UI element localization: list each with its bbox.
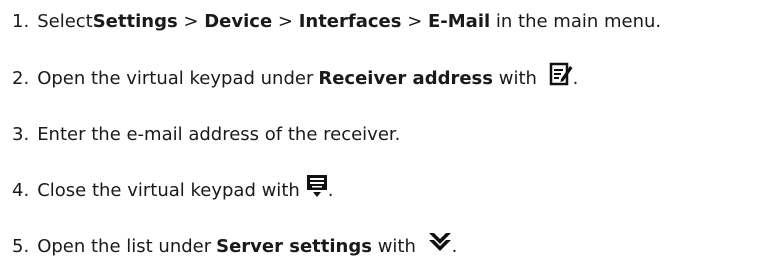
step-3: 3. Enter the e-mail address of the recei… [12,120,400,150]
step-2: 2. Open the virtual keypad under Receive… [12,62,579,96]
step-1: 1. Select Settings > Device > Interfaces… [12,7,661,37]
step-text: Close the virtual keypad with [37,180,300,201]
step-4: 4. Close the virtual keypad with . [12,174,334,208]
edit-icon [549,62,573,96]
step-text: . [572,68,579,89]
separator: > [272,11,299,32]
instruction-steps: 1. Select Settings > Device > Interfaces… [0,0,763,279]
menu-device: Device [204,11,273,32]
separator: > [401,11,428,32]
menu-settings: Settings [92,11,178,32]
menu-interfaces: Interfaces [298,11,402,32]
keypad-close-icon [306,174,328,208]
step-text: with [493,68,543,89]
step-text: with [371,236,422,257]
step-number: 1. [12,11,30,32]
step-text: Select [37,11,93,32]
step-5: 5. Open the list under Server settings w… [12,232,457,262]
separator: > [177,11,205,32]
step-text: Open the virtual keypad under [37,68,314,89]
step-text: in the main menu. [490,11,662,32]
step-number: 2. [12,68,30,89]
field-server-settings: Server settings [216,236,372,257]
step-text: . [451,236,458,257]
chevron-double-down-icon [428,231,452,263]
step-text: Open the list under [37,236,212,257]
menu-email: E-Mail [428,11,491,32]
step-text: . [327,180,334,201]
step-number: 5. [12,236,30,257]
step-number: 4. [12,180,30,201]
step-number: 3. [12,124,30,145]
step-text: Enter the e-mail address of the receiver… [37,124,401,145]
field-receiver-address: Receiver address [318,68,493,89]
